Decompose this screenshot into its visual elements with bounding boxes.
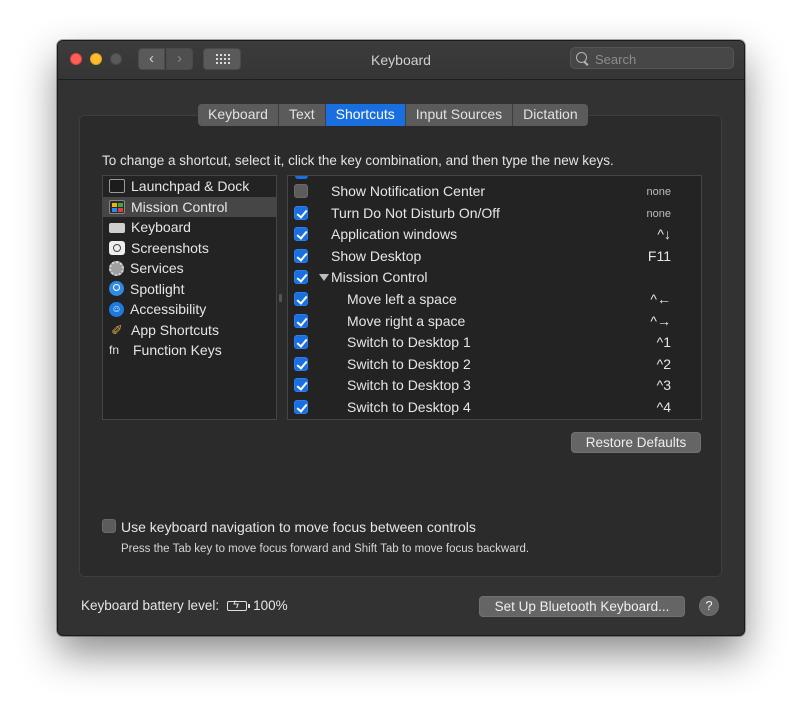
help-button[interactable]: ?	[699, 596, 719, 616]
search-icon	[576, 52, 587, 63]
shortcut-row-application-windows[interactable]: Application windows ^↓	[288, 224, 701, 246]
shortcut-row-show-desktop[interactable]: Show Desktop F11	[288, 246, 701, 268]
shortcut-row-desktop-1[interactable]: Switch to Desktop 1 ^1	[288, 332, 701, 354]
checkbox[interactable]	[294, 227, 308, 242]
checkbox[interactable]	[294, 291, 308, 306]
tab-keyboard[interactable]: Keyboard	[198, 104, 279, 126]
shortcut-keys[interactable]: ^2	[657, 356, 671, 372]
restore-defaults-button[interactable]: Restore Defaults	[571, 432, 701, 453]
shortcut-row-do-not-disturb[interactable]: Turn Do Not Disturb On/Off none	[288, 203, 701, 225]
shortcut-label: Application windows	[331, 226, 458, 243]
shortcut-keys[interactable]: ^←	[650, 291, 671, 307]
fn-icon: fn	[109, 343, 120, 358]
battery-label: Keyboard battery level:	[81, 598, 220, 613]
shortcuts-list: Show Notification Center none Turn Do No…	[287, 175, 702, 420]
shortcut-categories-list: Launchpad & Dock Mission Control Keyboar…	[102, 175, 277, 420]
shortcut-row-desktop-3[interactable]: Switch to Desktop 3 ^3	[288, 375, 701, 397]
search-input[interactable]	[593, 49, 733, 69]
tab-dictation[interactable]: Dictation	[513, 104, 588, 126]
shortcut-keys[interactable]: ^1	[657, 334, 671, 350]
shortcut-keys[interactable]: ^→	[650, 313, 671, 329]
battery-value: 100%	[253, 598, 288, 613]
tab-text[interactable]: Text	[278, 104, 326, 126]
category-spotlight[interactable]: Spotlight	[103, 279, 276, 300]
shortcut-label: Move left a space	[347, 290, 457, 307]
shortcut-row-move-left[interactable]: Move left a space ^←	[288, 289, 701, 311]
shortcut-keys[interactable]: none	[647, 186, 671, 198]
checkbox[interactable]	[294, 399, 308, 414]
disclosure-triangle-icon[interactable]	[319, 274, 329, 282]
checkbox[interactable]	[294, 270, 308, 285]
keyboard-navigation-hint: Press the Tab key to move focus forward …	[121, 543, 530, 555]
gear-icon	[109, 260, 124, 276]
checkbox[interactable]	[294, 184, 308, 198]
category-label: Function Keys	[133, 342, 222, 359]
shortcut-label: Switch to Desktop 1	[347, 334, 471, 351]
category-label: Screenshots	[131, 239, 209, 256]
battery-status: Keyboard battery level: ϟ 100%	[81, 598, 288, 613]
split-view-handle[interactable]	[279, 294, 282, 302]
shortcut-row-desktop-2[interactable]: Switch to Desktop 2 ^2	[288, 354, 701, 376]
title-bar: ‹ › Keyboard	[58, 41, 744, 80]
shortcut-label: Turn Do Not Disturb On/Off	[331, 204, 500, 221]
instruction-text: To change a shortcut, select it, click t…	[102, 153, 614, 168]
category-accessibility[interactable]: ☺ Accessibility	[103, 299, 276, 320]
shortcut-keys[interactable]: F11	[648, 248, 671, 264]
category-mission-control[interactable]: Mission Control	[103, 196, 276, 217]
category-keyboard[interactable]: Keyboard	[103, 217, 276, 238]
tab-shortcuts[interactable]: Shortcuts	[325, 104, 406, 126]
mission-control-icon	[109, 199, 125, 214]
keyboard-icon	[109, 223, 125, 234]
category-label: App Shortcuts	[131, 321, 219, 338]
shortcut-keys[interactable]: ^↓	[657, 226, 671, 242]
shortcut-label: Show Notification Center	[331, 183, 486, 199]
battery-icon: ϟ	[227, 599, 251, 611]
keyboard-preferences-window: ‹ › Keyboard Keyboard Text Shortcuts Inp…	[57, 40, 745, 636]
category-function-keys[interactable]: fn Function Keys	[103, 340, 276, 361]
shortcut-label: Mission Control	[331, 269, 428, 286]
shortcut-keys[interactable]: ^3	[657, 377, 671, 393]
shortcut-label: Switch to Desktop 2	[347, 355, 471, 372]
partial-checkbox	[295, 176, 308, 179]
shortcut-row-notification-center[interactable]: Show Notification Center none	[288, 181, 701, 203]
category-app-shortcuts[interactable]: ✐ App Shortcuts	[103, 320, 276, 341]
checkbox[interactable]	[294, 248, 308, 263]
shortcut-label: Show Desktop	[331, 247, 422, 264]
category-screenshots[interactable]: Screenshots	[103, 238, 276, 259]
category-launchpad-dock[interactable]: Launchpad & Dock	[103, 176, 276, 197]
search-field[interactable]	[570, 47, 734, 69]
shortcut-row-desktop-4[interactable]: Switch to Desktop 4 ^4	[288, 397, 701, 419]
tab-input-sources[interactable]: Input Sources	[405, 104, 514, 126]
shortcut-label: Switch to Desktop 3	[347, 377, 471, 394]
checkbox[interactable]	[294, 313, 308, 328]
shortcut-keys[interactable]: ^4	[657, 399, 671, 415]
set-up-bluetooth-keyboard-button[interactable]: Set Up Bluetooth Keyboard...	[479, 596, 685, 617]
screenshot-icon	[109, 240, 125, 255]
checkbox[interactable]	[294, 205, 308, 220]
checkbox[interactable]	[294, 335, 308, 350]
category-label: Launchpad & Dock	[131, 178, 250, 195]
accessibility-icon: ☺	[109, 301, 124, 317]
checkbox[interactable]	[294, 378, 308, 393]
shortcut-group-mission-control[interactable]: Mission Control	[288, 267, 701, 289]
shortcut-keys[interactable]: none	[647, 208, 671, 220]
category-services[interactable]: Services	[103, 258, 276, 279]
keyboard-navigation-label[interactable]: Use keyboard navigation to move focus be…	[121, 519, 476, 535]
spotlight-icon	[109, 281, 124, 297]
shortcut-label: Move right a space	[347, 312, 466, 329]
category-label: Spotlight	[130, 280, 185, 297]
shortcut-label: Switch to Desktop 4	[347, 398, 471, 415]
keyboard-navigation-checkbox[interactable]	[102, 519, 116, 533]
launchpad-icon	[109, 179, 125, 194]
checkbox[interactable]	[294, 356, 308, 371]
shortcut-row-move-right[interactable]: Move right a space ^→	[288, 311, 701, 333]
category-label: Keyboard	[131, 219, 191, 236]
tab-bar: Keyboard Text Shortcuts Input Sources Di…	[198, 104, 588, 126]
category-label: Mission Control	[131, 198, 228, 215]
category-label: Services	[130, 260, 184, 277]
category-label: Accessibility	[130, 301, 207, 318]
app-shortcuts-icon: ✐	[111, 321, 123, 338]
